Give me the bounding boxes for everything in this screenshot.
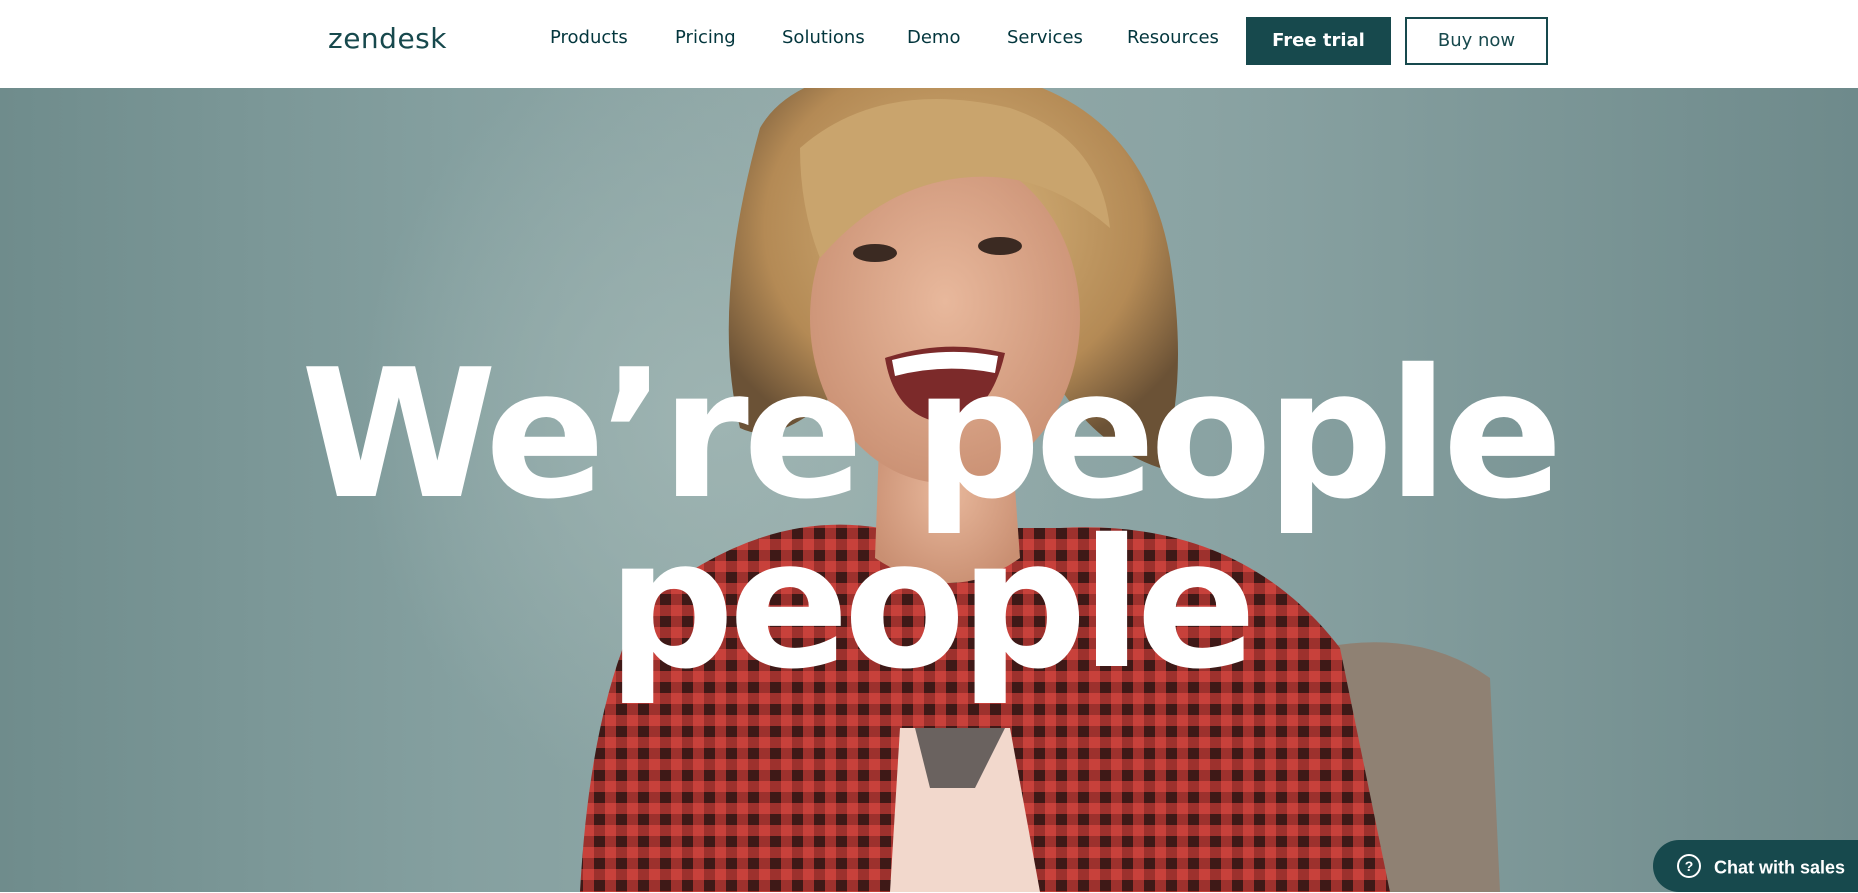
headline-line-2: people xyxy=(607,501,1257,708)
nav-pricing[interactable]: Pricing xyxy=(675,26,736,50)
buy-now-button[interactable]: Buy now xyxy=(1405,17,1548,65)
headline-line-1: We’re people xyxy=(300,331,1563,538)
nav-solutions[interactable]: Solutions xyxy=(782,26,865,50)
hero-section: We’re people people xyxy=(0,88,1858,892)
nav-demo[interactable]: Demo xyxy=(907,26,960,50)
zendesk-logo[interactable]: zendesk xyxy=(328,22,447,56)
nav-resources[interactable]: Resources xyxy=(1127,26,1219,50)
hero-headline: We’re people people xyxy=(0,331,1858,708)
free-trial-button[interactable]: Free trial xyxy=(1246,17,1391,65)
chat-label: Chat with sales xyxy=(1714,857,1846,878)
chat-with-sales-button[interactable]: ? Chat with sales xyxy=(1653,840,1858,892)
site-header: zendesk Products Pricing Solutions Demo … xyxy=(0,0,1858,88)
nav-services[interactable]: Services xyxy=(1007,26,1083,50)
question-icon: ? xyxy=(1677,853,1701,878)
nav-products[interactable]: Products xyxy=(550,26,628,50)
